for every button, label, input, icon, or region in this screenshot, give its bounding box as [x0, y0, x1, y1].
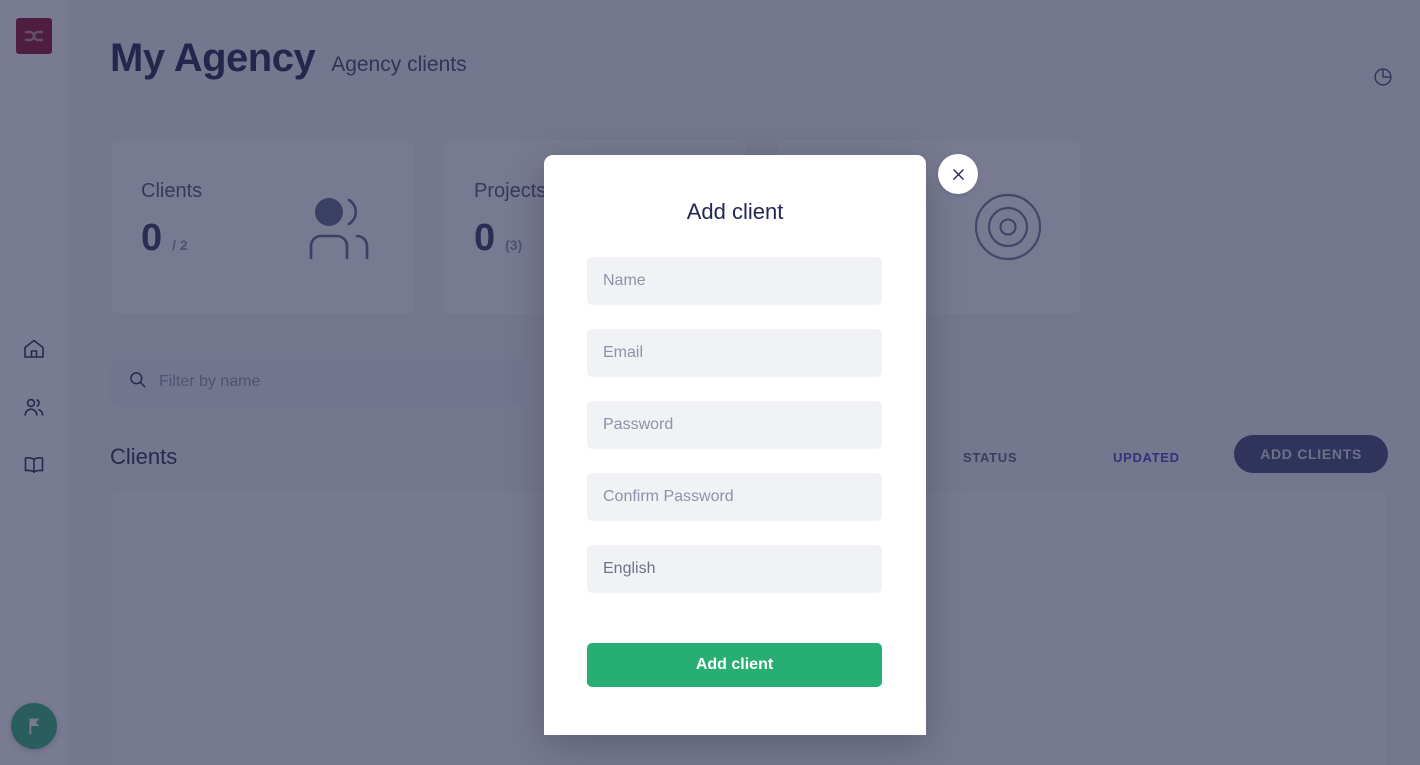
- language-select-value: English: [603, 560, 656, 577]
- name-field[interactable]: [587, 257, 882, 305]
- language-select[interactable]: English: [587, 545, 882, 593]
- confirm-password-field[interactable]: [587, 473, 882, 521]
- email-field[interactable]: [587, 329, 882, 377]
- application-window: My Agency Agency clients Clients 0 / 2: [0, 0, 1420, 765]
- add-client-modal: Add client English Add client: [544, 155, 926, 735]
- close-icon[interactable]: [938, 154, 978, 194]
- language-select-wrap: English: [587, 545, 882, 593]
- modal-title: Add client: [686, 199, 784, 224]
- password-field[interactable]: [587, 401, 882, 449]
- submit-add-client-button[interactable]: Add client: [587, 643, 882, 687]
